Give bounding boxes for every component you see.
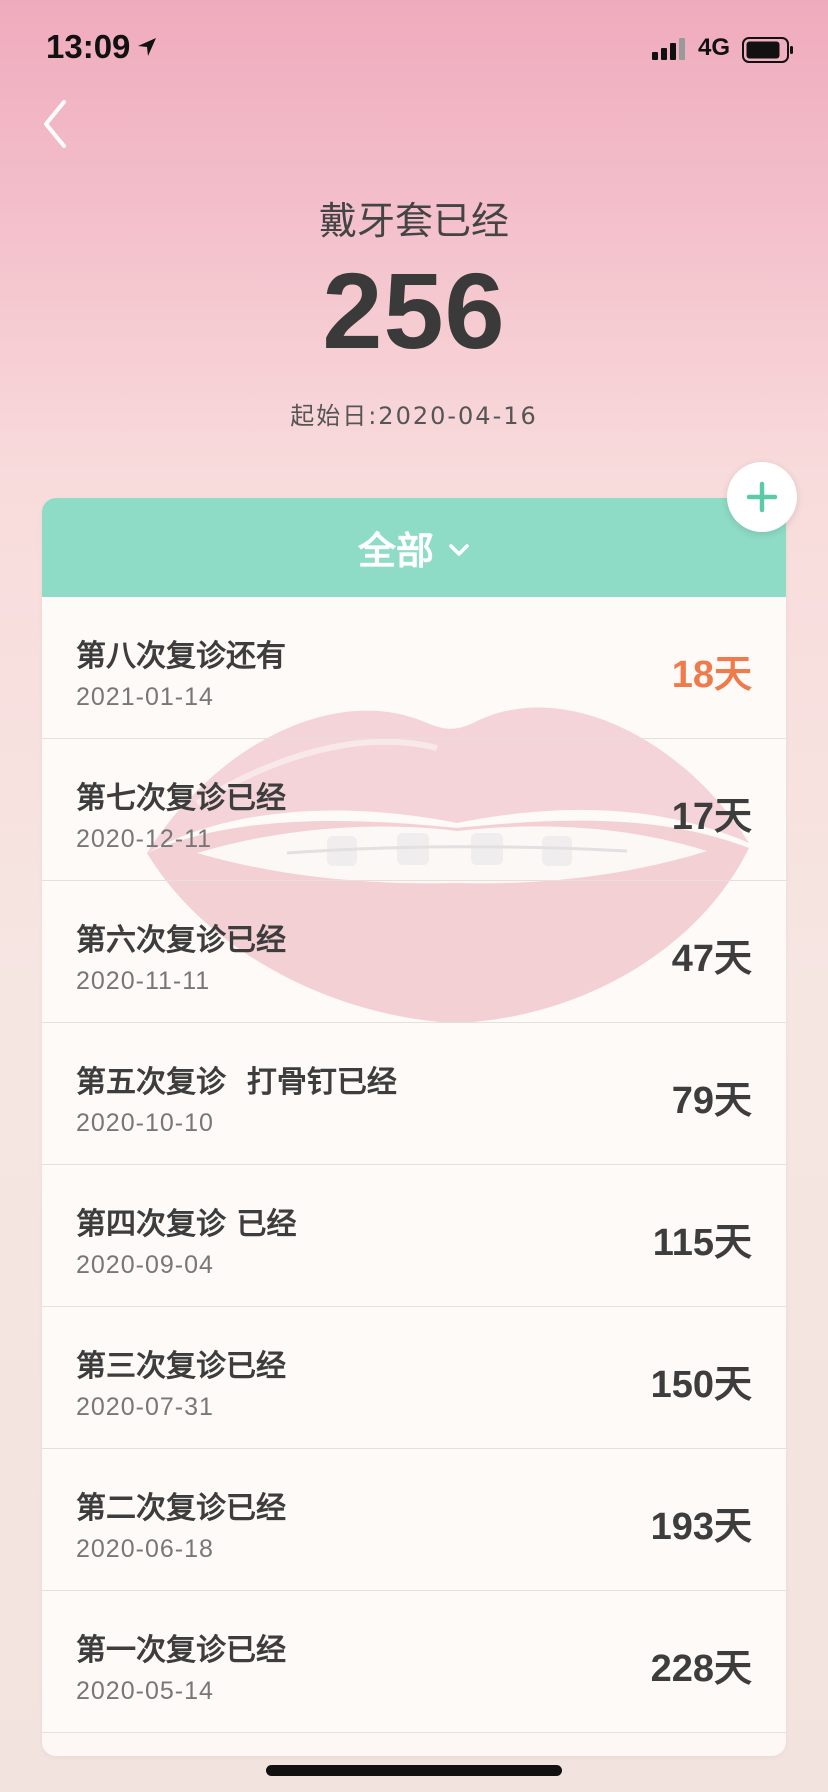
filter-dropdown[interactable]: 全部 [42, 498, 786, 597]
list-item-title: 第四次复诊 已经 [76, 1207, 297, 1242]
plus-icon [746, 481, 778, 513]
list-item-days: 193天 [650, 1506, 752, 1548]
list-item-date: 2021-01-14 [76, 683, 214, 711]
home-indicator [266, 1765, 562, 1776]
list-item-date: 2020-06-18 [76, 1535, 214, 1563]
list-item[interactable]: 第二次复诊已经 2020-06-18 193天 [42, 1449, 786, 1591]
list-item-title: 第一次复诊已经 [76, 1633, 286, 1668]
list-item-title: 第六次复诊已经 [76, 923, 286, 958]
list-item-date: 2020-09-04 [76, 1251, 214, 1279]
add-button[interactable] [727, 462, 797, 532]
battery-icon [742, 37, 794, 67]
list-item-date: 2020-12-11 [76, 825, 213, 853]
list-item-date: 2020-07-31 [76, 1393, 214, 1421]
list-item[interactable]: 第六次复诊已经 2020-11-11 47天 [42, 881, 786, 1023]
day-count: 256 [322, 250, 506, 371]
list-item[interactable]: 第八次复诊还有 2021-01-14 18天 [42, 597, 786, 739]
list-item-date: 2020-10-10 [76, 1109, 214, 1137]
filter-label: 全部 [357, 529, 434, 573]
list-item-days: 47天 [671, 938, 752, 980]
list-item-title: 第二次复诊已经 [76, 1491, 286, 1526]
checkup-list-card: 全部 第八次复诊还有 2021-01-14 18天 第七次复诊已经 2020-1… [42, 498, 786, 1756]
list-item[interactable]: 第三次复诊已经 2020-07-31 150天 [42, 1307, 786, 1449]
list-item[interactable]: 第四次复诊 已经 2020-09-04 115天 [42, 1165, 786, 1307]
list-item-days: 18天 [671, 654, 752, 696]
network-label: 4G [698, 34, 731, 61]
list-item-date: 2020-11-11 [76, 967, 211, 995]
list-item-days: 17天 [671, 796, 752, 838]
status-bar: 13:09 4G [0, 0, 828, 100]
status-time: 13:09 [46, 28, 158, 66]
checkup-list: 第八次复诊还有 2021-01-14 18天 第七次复诊已经 2020-12-1… [42, 597, 786, 1733]
status-time-text: 13:09 [46, 28, 131, 65]
chevron-left-icon [44, 100, 66, 148]
list-item[interactable]: 第五次复诊 打骨钉已经 2020-10-10 79天 [42, 1023, 786, 1165]
list-item[interactable]: 第七次复诊已经 2020-12-11 17天 [42, 739, 786, 881]
list-item-title: 第五次复诊 打骨钉已经 [76, 1065, 397, 1100]
list-item[interactable]: 第一次复诊已经 2020-05-14 228天 [42, 1591, 786, 1733]
signal-icon [652, 38, 685, 60]
chevron-down-icon [448, 543, 470, 557]
list-item-title: 第八次复诊还有 [76, 639, 286, 674]
back-button[interactable] [40, 96, 80, 152]
page-title: 戴牙套已经 [318, 199, 509, 243]
list-item-days: 115天 [652, 1222, 752, 1264]
list-item-title: 第七次复诊已经 [76, 781, 286, 816]
list-item-days: 228天 [650, 1648, 752, 1690]
list-item-days: 79天 [671, 1080, 752, 1122]
start-date: 起始日:2020-04-16 [290, 402, 538, 430]
list-item-days: 150天 [650, 1364, 752, 1406]
location-arrow-icon [136, 36, 158, 58]
list-item-title: 第三次复诊已经 [76, 1349, 286, 1384]
list-item-date: 2020-05-14 [76, 1677, 214, 1705]
